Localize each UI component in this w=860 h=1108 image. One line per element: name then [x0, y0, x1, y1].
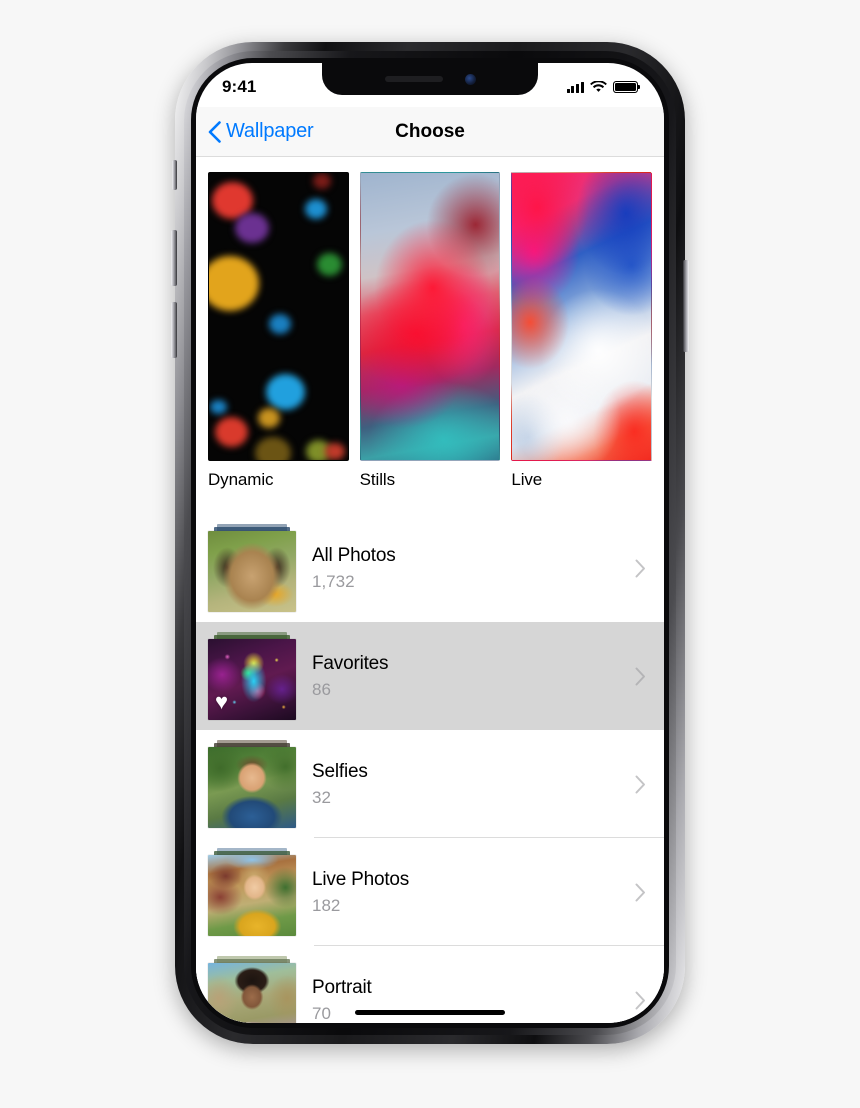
wallpaper-type-label: Stills [359, 470, 395, 489]
album-row-all-photos[interactable]: All Photos 1,732 [196, 514, 664, 622]
heart-icon: ♥ [215, 689, 229, 714]
chevron-right-icon [635, 991, 645, 1009]
chevron-right-icon [635, 775, 645, 793]
chevron-right-icon [635, 883, 645, 901]
wallpaper-type-stills[interactable]: Stills [359, 172, 501, 490]
album-row-favorites[interactable]: ♥ Favorites 86 [196, 622, 664, 730]
album-thumbnail-stack [208, 956, 296, 1023]
wallpaper-type-dynamic[interactable]: Dynamic [208, 172, 349, 490]
album-row-selfies[interactable]: Selfies 32 [196, 730, 664, 838]
album-thumbnail-stack [208, 740, 296, 828]
album-list: All Photos 1,732 ♥ Favorites 86 Selfies … [196, 514, 664, 1023]
dog-photo [208, 531, 296, 612]
album-text-block: Favorites 86 [312, 653, 635, 700]
wallpaper-type-label: Dynamic [208, 470, 274, 489]
wifi-icon [590, 81, 607, 92]
rainy-night-photo: ♥ [208, 639, 296, 720]
home-indicator-bar[interactable] [355, 1010, 505, 1015]
wallpaper-type-grid: Dynamic Stills Live [196, 158, 664, 490]
cellular-signal-icon [566, 81, 584, 93]
iphone-device-frame: 9:41 Wallpaper Choose Dynamic Stills Liv… [171, 42, 689, 1044]
album-title: All Photos [312, 544, 396, 566]
album-count: 1,732 [312, 571, 355, 591]
phone-screen: 9:41 Wallpaper Choose Dynamic Stills Liv… [196, 63, 664, 1023]
dynamic-wallpaper-preview [208, 172, 349, 461]
battery-fill [615, 83, 636, 91]
navigation-bar: Wallpaper Choose [196, 107, 664, 157]
album-count: 86 [312, 679, 331, 699]
man-selfie-photo [208, 747, 296, 828]
album-count: 32 [312, 787, 331, 807]
chevron-right-icon [635, 559, 645, 577]
power-side-button[interactable] [683, 260, 689, 352]
album-title: Favorites [312, 652, 389, 674]
album-text-block: Portrait 70 [312, 977, 635, 1024]
live-wallpaper-preview [511, 172, 653, 461]
mute-switch[interactable] [172, 160, 177, 190]
album-row-live-photos[interactable]: Live Photos 182 [196, 838, 664, 946]
volume-up-button[interactable] [171, 230, 177, 286]
volume-down-button[interactable] [171, 302, 177, 358]
woman-photo [208, 855, 296, 936]
chevron-right-icon [635, 667, 645, 685]
chevron-left-icon [208, 120, 221, 143]
wallpaper-chooser-content: Dynamic Stills Live All Photos 1,732 ♥ F… [196, 158, 664, 1023]
battery-full-icon [613, 81, 641, 93]
earpiece-speaker-icon [384, 76, 443, 82]
album-text-block: All Photos 1,732 [312, 545, 635, 592]
album-thumbnail-stack [208, 848, 296, 936]
album-title: Selfies [312, 760, 368, 782]
album-thumbnail-stack: ♥ [208, 632, 296, 720]
album-text-block: Selfies 32 [312, 761, 635, 808]
album-count: 182 [312, 895, 341, 915]
album-title: Portrait [312, 976, 372, 998]
device-notch [322, 63, 538, 95]
back-button[interactable]: Wallpaper [208, 120, 314, 143]
album-thumbnail-stack [208, 524, 296, 612]
wallpaper-type-label: Live [511, 470, 543, 489]
status-time: 9:41 [222, 77, 257, 96]
man-portrait-photo [208, 963, 296, 1023]
wallpaper-type-live[interactable]: Live [511, 172, 653, 490]
back-button-label: Wallpaper [226, 120, 314, 142]
status-icons-group [566, 81, 641, 93]
front-camera-icon [464, 73, 476, 85]
stills-wallpaper-preview [359, 172, 501, 461]
album-title: Live Photos [312, 868, 410, 890]
album-text-block: Live Photos 182 [312, 869, 635, 916]
